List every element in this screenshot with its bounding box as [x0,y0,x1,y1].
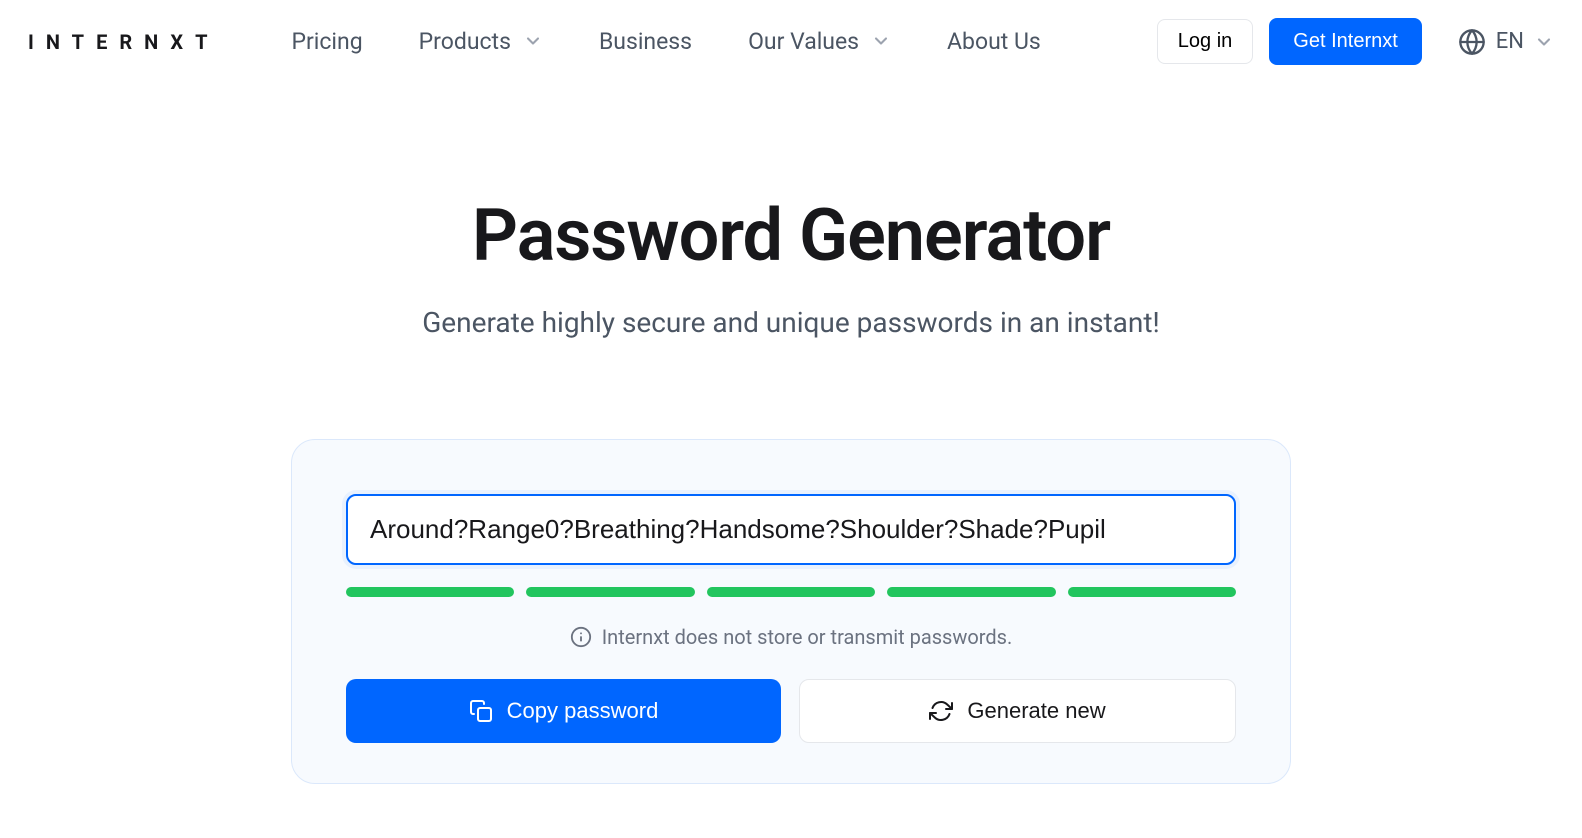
disclaimer-text: Internxt does not store or transmit pass… [602,625,1013,649]
chevron-down-icon [523,31,543,51]
generator-card: Internxt does not store or transmit pass… [291,439,1291,784]
page-title: Password Generator [20,193,1562,278]
logo[interactable]: INTERNXT [28,30,220,54]
strength-meter [346,587,1236,597]
refresh-icon [929,699,953,723]
generate-button-label: Generate new [967,698,1105,724]
copy-icon [469,699,493,723]
nav-business-label: Business [599,27,692,57]
header: INTERNXT Pricing Products Business Our V… [0,0,1582,83]
nav-business[interactable]: Business [599,27,692,57]
page-subtitle: Generate highly secure and unique passwo… [20,306,1562,339]
info-icon [570,626,592,648]
chevron-down-icon [871,31,891,51]
login-button[interactable]: Log in [1157,19,1254,64]
strength-bar-2 [526,587,694,597]
chevron-down-icon [1534,32,1554,52]
main-content: Password Generator Generate highly secur… [0,83,1582,824]
generate-new-button[interactable]: Generate new [799,679,1236,743]
copy-password-button[interactable]: Copy password [346,679,781,743]
header-actions: Log in Get Internxt EN [1157,18,1554,65]
strength-bar-5 [1068,587,1236,597]
copy-button-label: Copy password [507,698,659,724]
card-actions: Copy password Generate new [346,679,1236,743]
nav-about-us[interactable]: About Us [947,27,1041,57]
nav-our-values-label: Our Values [748,27,859,57]
globe-icon [1458,28,1486,56]
password-input[interactable] [346,494,1236,565]
strength-bar-1 [346,587,514,597]
nav-our-values[interactable]: Our Values [748,27,891,57]
language-label: EN [1496,29,1524,54]
strength-bar-3 [707,587,875,597]
nav-pricing[interactable]: Pricing [292,27,363,57]
get-internxt-button[interactable]: Get Internxt [1269,18,1422,65]
nav-pricing-label: Pricing [292,27,363,57]
language-selector[interactable]: EN [1458,28,1554,56]
nav-about-us-label: About Us [947,27,1041,57]
nav-products-label: Products [419,27,511,57]
main-nav: Pricing Products Business Our Values Abo… [292,27,1125,57]
disclaimer: Internxt does not store or transmit pass… [346,625,1236,649]
nav-products[interactable]: Products [419,27,543,57]
strength-bar-4 [887,587,1055,597]
